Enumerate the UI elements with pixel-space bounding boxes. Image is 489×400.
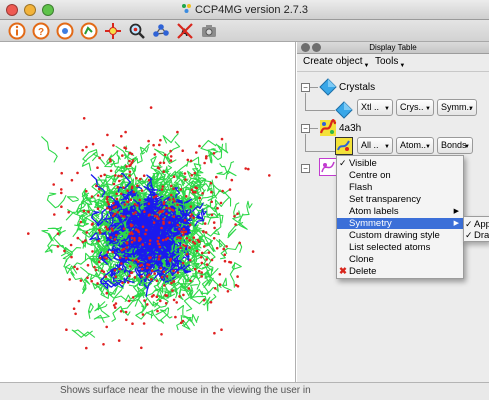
status-bar: Shows surface near the mouse in the view… bbox=[0, 382, 489, 400]
crystals-crys-button[interactable]: Crys.. ▼ bbox=[396, 99, 434, 116]
network-icon[interactable] bbox=[152, 22, 170, 40]
menu-item-custom-drawing-style[interactable]: Custom drawing style bbox=[337, 230, 463, 241]
submenu-item-apply[interactable]: ✓App bbox=[464, 219, 489, 230]
menu-item-label: Custom drawing style bbox=[349, 230, 440, 241]
4a3h-all-button[interactable]: All .. ▼ bbox=[357, 137, 393, 154]
dropdown-arrow-icon: ▼ bbox=[399, 63, 406, 69]
model-icon[interactable] bbox=[319, 158, 337, 176]
tree-connector bbox=[310, 128, 318, 129]
panel-title: Display Table bbox=[369, 43, 417, 52]
menu-item-clone[interactable]: Clone bbox=[337, 254, 463, 265]
submenu-item-label: App bbox=[474, 219, 489, 230]
bones-icon[interactable] bbox=[80, 22, 98, 40]
menu-item-atom-labels[interactable]: Atom labels ▶ bbox=[337, 206, 463, 217]
menu-item-flash[interactable]: Flash bbox=[337, 182, 463, 193]
symmetry-submenu: ✓App ✓Dra bbox=[463, 216, 489, 242]
tree-connector bbox=[305, 134, 306, 151]
menu-item-label: List selected atoms bbox=[349, 242, 431, 253]
menu-item-centre-on[interactable]: Centre on bbox=[337, 170, 463, 181]
crystal-icon[interactable] bbox=[319, 78, 337, 96]
menu-item-label: Visible bbox=[349, 158, 377, 169]
tree-connector bbox=[305, 93, 306, 111]
dropdown-arrow-icon: ▼ bbox=[384, 144, 390, 150]
menu-item-list-selected-atoms[interactable]: List selected atoms bbox=[337, 242, 463, 253]
dropdown-arrow-icon: ▼ bbox=[363, 63, 370, 69]
dropdown-arrow-icon: ▼ bbox=[468, 106, 474, 112]
main-toolbar: ? A bbox=[0, 20, 489, 42]
bond-breaker-icon[interactable]: A bbox=[176, 22, 194, 40]
menu-item-label: Delete bbox=[349, 266, 377, 277]
create-object-menu[interactable]: Create object▼ bbox=[303, 56, 369, 69]
menu-item-label: Flash bbox=[349, 182, 373, 193]
collapse-object-toggle[interactable]: − bbox=[301, 164, 310, 173]
ccp4mg-app-icon bbox=[181, 4, 191, 13]
object-label-4a3h: 4a3h bbox=[339, 123, 362, 134]
tree-connector bbox=[305, 110, 335, 111]
collapse-crystals-toggle[interactable]: − bbox=[301, 83, 310, 92]
camera-icon[interactable] bbox=[200, 22, 218, 40]
dropdown-arrow-icon: ▼ bbox=[425, 106, 431, 112]
panel-header: Display Table bbox=[297, 42, 489, 54]
dropdown-arrow-icon: ▼ bbox=[464, 144, 470, 150]
menu-item-delete[interactable]: ✖ Delete bbox=[337, 266, 463, 277]
button-label: Symm.. bbox=[441, 102, 472, 112]
menu-item-label: Centre on bbox=[349, 170, 391, 181]
submenu-arrow-icon: ▶ bbox=[453, 220, 459, 227]
menu-item-label: Symmetry bbox=[349, 218, 392, 229]
object-context-menu: ✓ Visible Centre on Flash Set transparenc… bbox=[336, 155, 464, 279]
zoom-search-icon[interactable] bbox=[128, 22, 146, 40]
tree-connector bbox=[305, 151, 335, 152]
menu-item-label: Atom labels bbox=[349, 206, 399, 217]
checkmark-icon: ✓ bbox=[339, 158, 347, 168]
crystal-icon[interactable] bbox=[335, 101, 353, 119]
button-label: Crys.. bbox=[400, 102, 424, 112]
dropdown-arrow-icon: ▼ bbox=[425, 144, 431, 150]
target-icon[interactable] bbox=[104, 22, 122, 40]
svg-text:?: ? bbox=[38, 27, 44, 38]
recentre-icon[interactable] bbox=[56, 22, 74, 40]
help-icon[interactable]: ? bbox=[32, 22, 50, 40]
dropdown-arrow-icon: ▼ bbox=[384, 106, 390, 112]
menu-item-label: Clone bbox=[349, 254, 374, 265]
crystals-symm-button[interactable]: Symm.. ▼ bbox=[437, 99, 477, 116]
molecule-viewer-canvas[interactable] bbox=[0, 42, 296, 382]
selection-icon[interactable] bbox=[335, 137, 353, 155]
submenu-item-label: Dra bbox=[474, 230, 489, 241]
button-label: Xtl .. bbox=[361, 102, 380, 112]
delete-icon: ✖ bbox=[339, 266, 347, 277]
menu-item-symmetry[interactable]: Symmetry ▶ bbox=[337, 218, 463, 229]
tools-menu[interactable]: Tools▼ bbox=[375, 56, 405, 69]
crystals-xtl-button[interactable]: Xtl .. ▼ bbox=[357, 99, 393, 116]
create-object-label: Create object bbox=[303, 56, 363, 67]
info-icon[interactable] bbox=[8, 22, 26, 40]
protein-icon[interactable] bbox=[319, 119, 337, 137]
button-label: Bonds bbox=[441, 140, 467, 150]
submenu-item-draw[interactable]: ✓ Dra bbox=[464, 230, 489, 241]
menu-item-set-transparency[interactable]: Set transparency bbox=[337, 194, 463, 205]
status-text: Shows surface near the mouse in the view… bbox=[60, 385, 311, 396]
object-label-crystals: Crystals bbox=[339, 82, 376, 93]
tree-connector bbox=[310, 87, 318, 88]
protein-structure-render bbox=[27, 106, 271, 350]
tools-label: Tools bbox=[375, 56, 399, 67]
checkmark-icon: ✓ bbox=[465, 230, 473, 240]
panel-menu-row: Create object▼ Tools▼ bbox=[297, 54, 489, 72]
collapse-4a3h-toggle[interactable]: − bbox=[301, 124, 310, 133]
4a3h-bonds-button[interactable]: Bonds ▼ bbox=[437, 137, 473, 154]
button-label: All .. bbox=[361, 140, 379, 150]
menu-item-visible[interactable]: ✓ Visible bbox=[337, 158, 463, 169]
4a3h-atom-button[interactable]: Atom.. ▼ bbox=[396, 137, 434, 154]
submenu-arrow-icon: ▶ bbox=[453, 208, 459, 215]
button-label: Atom.. bbox=[400, 140, 427, 150]
window-title-wrap: CCP4MG version 2.7.3 bbox=[0, 3, 489, 16]
checkmark-icon: ✓ bbox=[465, 219, 473, 229]
title-bar: CCP4MG version 2.7.3 bbox=[0, 0, 489, 20]
menu-item-label: Set transparency bbox=[349, 194, 421, 205]
window-title: CCP4MG version 2.7.3 bbox=[194, 4, 309, 16]
